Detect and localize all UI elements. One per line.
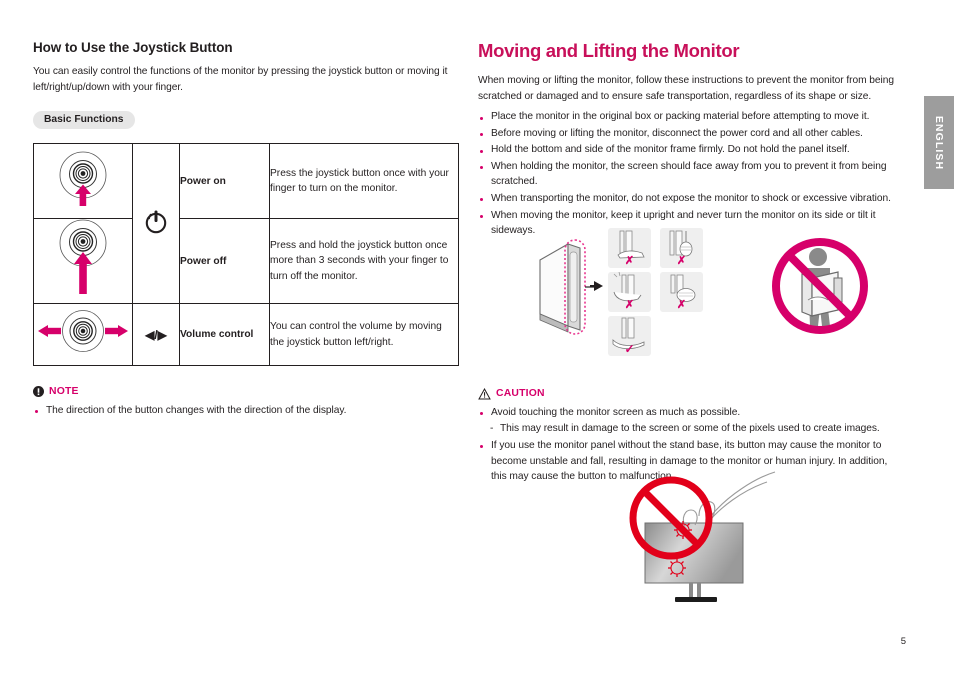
exclamation-icon (33, 386, 44, 397)
monitor-side-view-icon (539, 239, 598, 335)
list-item: The direction of the button changes with… (33, 402, 461, 420)
check-mark: ✓ (624, 342, 635, 356)
list-item: Before moving or lifting the monitor, di… (478, 126, 903, 142)
x-mark: ✗ (676, 299, 687, 311)
function-name: Power on (179, 143, 270, 219)
x-mark: ✗ (676, 255, 687, 267)
joystick-up-arrow-long-icon (33, 218, 133, 304)
do-not-touch-screen-illustration (615, 468, 795, 608)
left-column: How to Use the Joystick Button You can e… (33, 40, 461, 420)
caution-label: CAUTION (496, 388, 545, 400)
basic-functions-chip: Basic Functions (33, 111, 135, 129)
list-item: Hold the bottom and side of the monitor … (478, 142, 903, 158)
caution-header: CAUTION (478, 387, 903, 400)
carry-monitor-prohibited-icon (772, 238, 868, 334)
hand-grip-fist-bad-cell: ✗ (660, 272, 703, 312)
arrow-right-icon (590, 281, 603, 291)
function-description: Press the joystick button once with your… (269, 143, 459, 219)
page-number: 5 (900, 636, 906, 647)
function-description: Press and hold the joystick button once … (269, 218, 459, 304)
language-tab-label: ENGLISH (933, 115, 945, 170)
monitor-handling-illustration: ✗ ✗ ✗ ✗ ✓ (520, 222, 910, 356)
function-name: Volume control (179, 303, 270, 366)
language-tab-english: ENGLISH (924, 96, 954, 189)
function-name: Power off (179, 218, 270, 304)
x-mark: ✗ (624, 255, 635, 267)
table-row: Power off Press and hold the joystick bu… (33, 218, 459, 304)
note-block: NOTE The direction of the button changes… (33, 386, 461, 420)
manual-page: How to Use the Joystick Button You can e… (0, 0, 954, 673)
list-item-sub: This may result in damage to the screen … (478, 421, 903, 437)
list-item: When transporting the monitor, do not ex… (478, 191, 903, 207)
note-label: NOTE (49, 386, 79, 397)
x-mark: ✗ (624, 299, 635, 311)
hand-grip-pinch-bad-cell: ✗ (660, 228, 703, 268)
moving-instructions-list: Place the monitor in the original box or… (478, 109, 903, 239)
power-symbol-icon (132, 143, 180, 304)
joystick-up-arrow-icon (33, 143, 133, 219)
hand-grip-under-bad-cell: ✗ (608, 271, 651, 312)
basic-functions-table: Power on Press the joystick button once … (33, 143, 459, 366)
hand-grip-flat-bad-cell: ✗ (608, 228, 651, 268)
moving-intro-text: When moving or lifting the monitor, foll… (478, 75, 894, 102)
warning-triangle-icon (478, 387, 491, 400)
list-item: Avoid touching the monitor screen as muc… (478, 405, 903, 421)
page-title: Moving and Lifting the Monitor (478, 40, 740, 61)
hand-grip-base-good-cell: ✓ (608, 316, 651, 356)
function-description: You can control the volume by moving the… (269, 303, 459, 366)
joystick-intro-text: You can easily control the functions of … (33, 66, 448, 93)
list-item: When holding the monitor, the screen sho… (478, 159, 903, 190)
left-right-symbol: ◀/▶ (132, 303, 180, 366)
table-row: ◀/▶ Volume control You can control the v… (33, 303, 459, 366)
note-header: NOTE (33, 386, 461, 397)
note-list: The direction of the button changes with… (33, 402, 461, 420)
joystick-section-heading: How to Use the Joystick Button (33, 40, 233, 55)
list-item: Place the monitor in the original box or… (478, 109, 903, 125)
joystick-left-right-arrows-icon (33, 303, 133, 366)
table-row: Power on Press the joystick button once … (33, 143, 459, 304)
